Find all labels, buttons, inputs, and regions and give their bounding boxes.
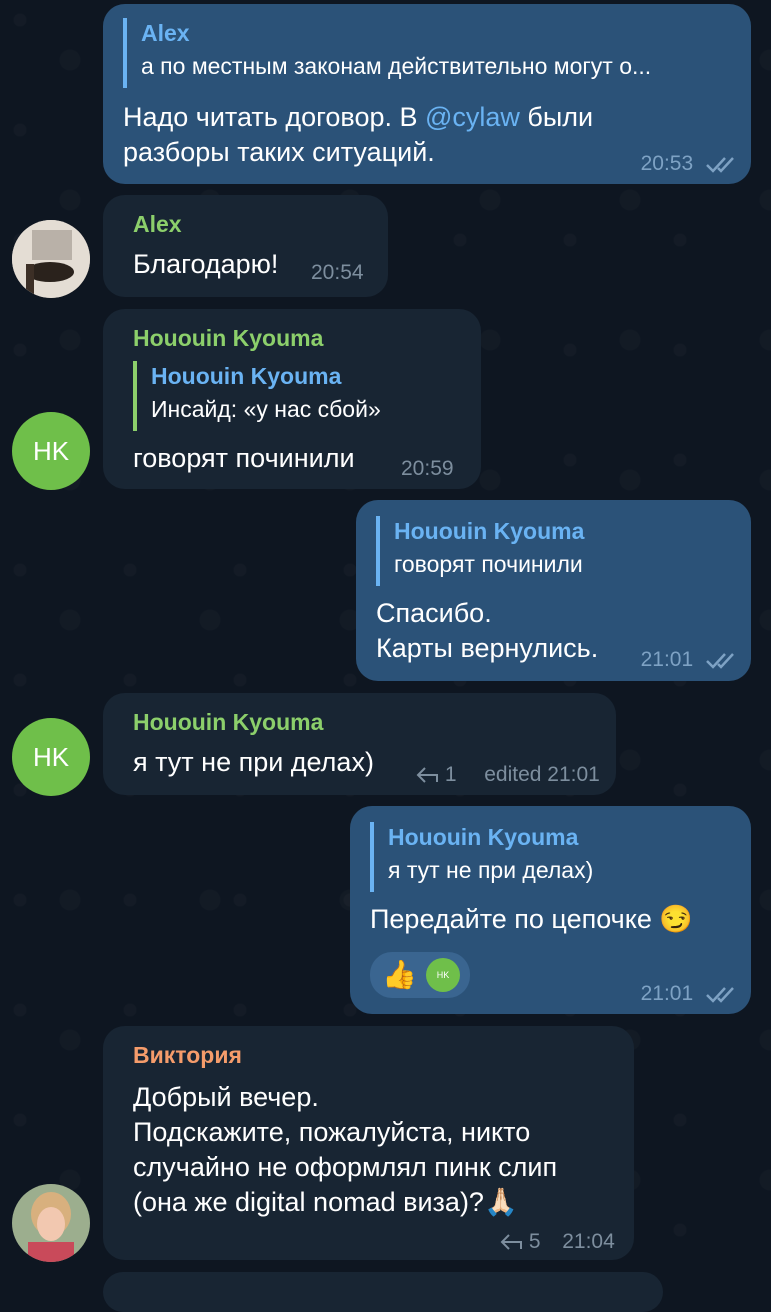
quote-text: Инсайд: «у нас сбой»	[151, 396, 381, 422]
quote-sender: Hououin Kyouma	[394, 518, 585, 544]
message-time: 21:01	[640, 648, 694, 671]
message-meta: 21:01	[641, 648, 739, 672]
reply-quote[interactable]: Hououin Kyouma я тут не при делах)	[370, 822, 730, 892]
quote-text: я тут не при делах)	[388, 857, 594, 883]
quote-sender: Hououin Kyouma	[388, 824, 579, 850]
sender-name[interactable]: Hououin Kyouma	[133, 325, 323, 352]
message-outgoing[interactable]: Alex а по местным законам действительно …	[103, 4, 751, 184]
reply-quote[interactable]: Hououin Kyouma Инсайд: «у нас сбой»	[133, 361, 463, 431]
reply-icon[interactable]	[499, 1233, 523, 1251]
message-time: 20:54	[311, 261, 364, 284]
message-time: edited 21:01	[484, 763, 600, 786]
message-text: Надо читать договор. В @cylaw были разбо…	[123, 102, 594, 167]
reply-count[interactable]: 1	[445, 763, 457, 786]
quote-sender: Alex	[141, 20, 190, 46]
message-incoming-partial[interactable]	[103, 1272, 663, 1312]
reply-quote[interactable]: Hououin Kyouma говорят починили	[376, 516, 736, 586]
avatar-hououin-kyouma[interactable]: HK	[12, 718, 90, 796]
sender-name[interactable]: Hououin Kyouma	[133, 709, 323, 736]
double-check-icon	[706, 157, 734, 174]
message-text: Передайте по цепочке 😏	[370, 904, 693, 934]
message-incoming[interactable]: Alex Благодарю! 20:54	[103, 195, 388, 297]
double-check-icon	[706, 653, 734, 670]
message-text: говорят починили	[133, 443, 355, 473]
reply-count[interactable]: 5	[529, 1230, 541, 1253]
message-meta: 5 21:04	[499, 1230, 615, 1254]
message-text: Добрый вечер. Подскажите, пожалуйста, ни…	[133, 1082, 558, 1217]
message-time: 20:53	[640, 152, 694, 175]
sender-name[interactable]: Виктория	[133, 1042, 242, 1069]
message-time: 20:59	[401, 457, 454, 480]
reaction-avatar: HK	[426, 958, 460, 992]
reply-icon[interactable]	[415, 766, 439, 784]
mention-link[interactable]: @cylaw	[425, 102, 520, 132]
message-meta: 1 edited 21:01	[415, 763, 600, 787]
avatar-hououin-kyouma[interactable]: HK	[12, 412, 90, 490]
quote-sender: Hououin Kyouma	[151, 363, 342, 389]
message-text: Спасибо. Карты вернулись.	[376, 598, 599, 663]
message-meta: 21:01	[641, 982, 739, 1006]
reply-quote[interactable]: Alex а по местным законам действительно …	[123, 18, 733, 88]
message-incoming[interactable]: Hououin Kyouma Hououin Kyouma Инсайд: «у…	[103, 309, 481, 489]
thumbs-up-icon: 👍	[382, 959, 417, 990]
double-check-icon	[706, 987, 734, 1004]
message-incoming[interactable]: Hououin Kyouma я тут не при делах) 1 edi…	[103, 693, 616, 795]
message-outgoing[interactable]: Hououin Kyouma я тут не при делах) Перед…	[350, 806, 751, 1014]
message-meta: 20:53	[641, 152, 739, 176]
quote-text: говорят починили	[394, 551, 583, 577]
message-outgoing[interactable]: Hououin Kyouma говорят починили Спасибо.…	[356, 500, 751, 681]
sender-name[interactable]: Alex	[133, 211, 182, 238]
quote-text: а по местным законам действительно могут…	[141, 53, 652, 79]
avatar-photo	[12, 220, 90, 298]
message-incoming[interactable]: Виктория Добрый вечер. Подскажите, пожал…	[103, 1026, 634, 1260]
avatar-viktoria[interactable]	[12, 1184, 90, 1262]
avatar-alex[interactable]	[12, 220, 90, 298]
avatar-photo	[12, 1184, 90, 1262]
message-time: 21:01	[640, 982, 694, 1005]
reaction-chip[interactable]: 👍 HK	[370, 952, 470, 998]
message-text: я тут не при делах)	[133, 747, 374, 777]
message-time: 21:04	[562, 1230, 615, 1253]
message-text: Благодарю!	[133, 249, 279, 279]
